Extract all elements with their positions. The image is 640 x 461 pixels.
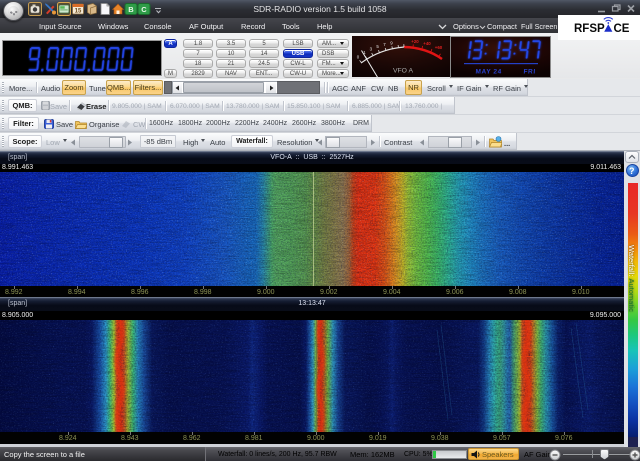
svg-text:B: B bbox=[128, 5, 134, 14]
svg-text:+60: +60 bbox=[435, 45, 443, 50]
svg-text:VFO A: VFO A bbox=[393, 68, 413, 75]
svg-text:RFSP: RFSP bbox=[574, 23, 605, 35]
svg-text:FRI: FRI bbox=[523, 69, 536, 76]
svg-text:C: C bbox=[141, 5, 147, 14]
svg-text:+40: +40 bbox=[423, 41, 431, 46]
svg-text:15: 15 bbox=[75, 9, 82, 15]
svg-text:+20: +20 bbox=[411, 39, 419, 44]
svg-text:CE: CE bbox=[614, 23, 630, 35]
svg-text:MAY 24: MAY 24 bbox=[475, 69, 502, 76]
